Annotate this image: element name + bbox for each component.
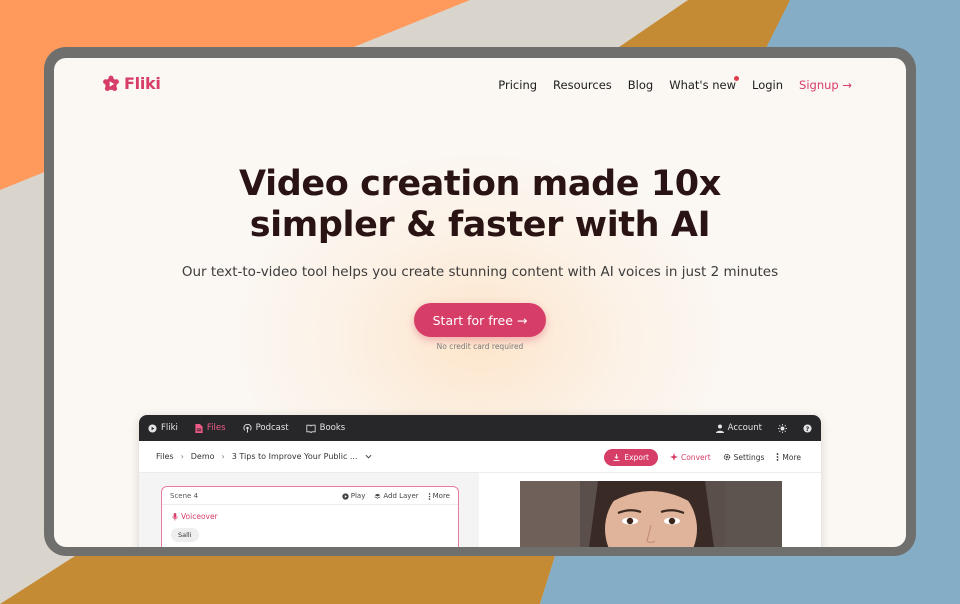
app-tab-files-label: Files — [206, 423, 226, 433]
hero-title-line-2: simpler & faster with AI — [249, 205, 711, 245]
play-circle-icon — [148, 423, 157, 433]
breadcrumb-separator-icon: › — [180, 452, 184, 461]
more-label: More — [782, 452, 801, 462]
scene-more-button[interactable]: More — [428, 492, 450, 500]
export-label: Export — [624, 452, 649, 462]
new-indicator-dot — [734, 76, 739, 81]
nav-whats-new-label: What's new — [669, 78, 736, 92]
download-icon — [613, 453, 620, 461]
voiceover-layer[interactable]: Voiceover — [172, 512, 218, 521]
voice-selector-chip[interactable]: Salli — [171, 528, 199, 542]
app-tab-podcast[interactable]: Podcast — [243, 423, 289, 433]
nav-signup[interactable]: Signup → — [799, 78, 852, 92]
svg-text:?: ? — [806, 425, 810, 432]
preview-pane — [479, 473, 821, 547]
nav-pricing[interactable]: Pricing — [498, 78, 537, 92]
browser-screen: Fliki Pricing Resources Blog What's new … — [54, 58, 906, 547]
app-tab-fliki-label: Fliki — [161, 423, 178, 433]
book-icon — [306, 424, 316, 433]
nav-menu: Pricing Resources Blog What's new Login … — [498, 76, 852, 92]
app-top-right: Account ? — [715, 415, 812, 441]
layers-icon — [374, 493, 381, 499]
chevron-down-icon[interactable] — [365, 454, 372, 459]
scene-more-label: More — [432, 492, 450, 500]
app-preview: Fliki Files Podcast Books Account ? File… — [139, 415, 821, 547]
app-tab-files[interactable]: Files — [195, 423, 226, 433]
scene-header: Scene 4 Play Add Layer More — [162, 487, 458, 505]
add-layer-label: Add Layer — [383, 492, 419, 500]
theme-toggle-sun-icon[interactable] — [778, 423, 787, 433]
settings-button[interactable]: Settings — [723, 452, 765, 462]
cta-note: No credit card required — [436, 342, 524, 351]
more-vertical-icon — [428, 492, 430, 500]
more-vertical-icon — [777, 453, 779, 461]
convert-button[interactable]: Convert — [669, 452, 711, 462]
breadcrumb-files[interactable]: Files — [156, 452, 174, 461]
top-nav: Fliki Pricing Resources Blog What's new … — [54, 58, 906, 114]
nav-login[interactable]: Login — [752, 78, 783, 92]
breadcrumb-separator-icon: › — [221, 452, 225, 461]
app-tab-podcast-label: Podcast — [255, 423, 289, 433]
nav-resources[interactable]: Resources — [553, 78, 612, 92]
scene-play-button[interactable]: Play — [342, 492, 366, 500]
add-layer-button[interactable]: Add Layer — [374, 492, 419, 500]
brand-name: Fliki — [124, 74, 161, 93]
fliki-logo[interactable]: Fliki — [102, 74, 161, 93]
fliki-logo-icon — [103, 75, 119, 91]
account-label: Account — [727, 423, 762, 433]
hero-title-line-1: Video creation made 10x — [239, 164, 721, 204]
breadcrumb-demo[interactable]: Demo — [191, 452, 215, 461]
convert-label: Convert — [680, 452, 711, 462]
file-icon — [195, 423, 203, 433]
start-for-free-button[interactable]: Start for free → — [414, 303, 546, 337]
gear-icon — [723, 453, 730, 461]
toolbar-actions: Export Convert Settings More — [604, 441, 801, 473]
breadcrumb-file-title[interactable]: 3 Tips to Improve Your Public ... — [232, 452, 358, 461]
user-icon — [715, 424, 724, 433]
scene-title: Scene 4 — [170, 491, 199, 500]
video-preview[interactable] — [520, 481, 782, 547]
microphone-icon — [172, 512, 178, 521]
app-tab-fliki[interactable]: Fliki — [148, 423, 178, 433]
app-toolbar: Files › Demo › 3 Tips to Improve Your Pu… — [139, 441, 821, 473]
breadcrumb: Files › Demo › 3 Tips to Improve Your Pu… — [156, 452, 372, 461]
hero-title: Video creation made 10x simpler & faster… — [54, 164, 906, 246]
hero-subtitle: Our text-to-video tool helps you create … — [181, 264, 779, 280]
settings-label: Settings — [733, 452, 765, 462]
help-icon[interactable]: ? — [803, 423, 812, 433]
podcast-icon — [243, 423, 252, 433]
app-top-bar: Fliki Files Podcast Books Account ? — [139, 415, 821, 441]
scene-card[interactable]: Scene 4 Play Add Layer More Voiceover Sa… — [161, 486, 459, 547]
presenter-face-image — [520, 481, 782, 547]
nav-whats-new[interactable]: What's new — [669, 76, 739, 92]
play-icon — [342, 492, 349, 500]
app-tab-books[interactable]: Books — [306, 423, 346, 433]
scene-list-pane: Scene 4 Play Add Layer More Voiceover Sa… — [139, 473, 479, 547]
export-button[interactable]: Export — [604, 448, 658, 466]
nav-blog[interactable]: Blog — [628, 78, 653, 92]
account-menu[interactable]: Account — [715, 423, 762, 433]
scene-play-label: Play — [350, 492, 366, 500]
voiceover-label: Voiceover — [181, 512, 218, 521]
sparkle-icon — [669, 453, 678, 461]
app-tab-books-label: Books — [319, 423, 346, 433]
scene-actions: Play Add Layer More — [342, 487, 450, 505]
more-button[interactable]: More — [776, 453, 801, 462]
